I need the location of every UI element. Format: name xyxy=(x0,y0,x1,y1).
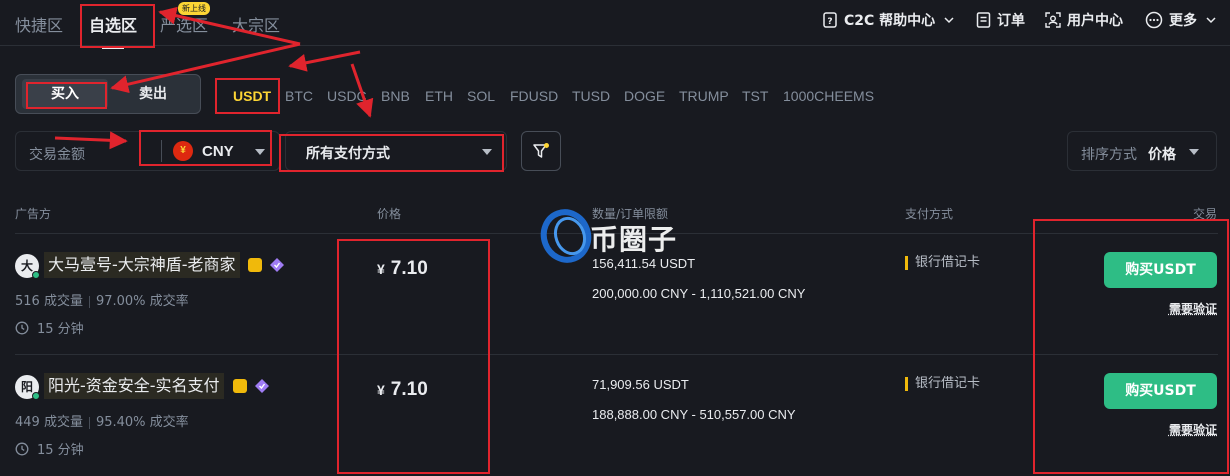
payment-time-limit: 15 分钟 xyxy=(15,439,84,458)
completion-rate: 95.40% 成交率 xyxy=(95,415,189,430)
buy-tab[interactable]: 买入 xyxy=(22,79,108,109)
verified-merchant-icon xyxy=(248,258,262,272)
coin-tab-btc[interactable]: BTC xyxy=(285,88,313,104)
watermark-text: 币圈子 xyxy=(590,223,678,256)
orders-link[interactable]: 订单 xyxy=(976,10,1025,30)
buy-usdt-button[interactable]: 购买USDT xyxy=(1104,252,1217,288)
trade-count: 516 成交量 xyxy=(15,294,83,309)
amount-input[interactable]: 交易金额 ¥ CNY xyxy=(15,131,280,171)
caret-down-icon xyxy=(1189,149,1199,155)
col-header-payment: 支付方式 xyxy=(905,207,954,221)
diamond-badge-icon xyxy=(270,258,284,272)
payment-method-tag: 银行借记卡 xyxy=(905,377,980,391)
more-label: 更多 xyxy=(1169,13,1197,29)
tab-quick-zone[interactable]: 快捷区 xyxy=(15,12,63,36)
payment-method-value: 所有支付方式 xyxy=(306,146,390,162)
table-row: 阳 阳光-资金安全-实名支付 449 成交量 95.40% 成交率 15 分钟 ¥… xyxy=(0,355,1230,475)
time-limit-value: 15 分钟 xyxy=(37,443,84,458)
filter-funnel-icon xyxy=(533,143,549,158)
help-center-menu[interactable]: ? C2C 帮助中心 xyxy=(822,10,955,30)
col-header-advertiser: 广告方 xyxy=(15,207,52,221)
cny-flag-icon: ¥ xyxy=(173,141,193,161)
caret-down-icon xyxy=(255,149,265,155)
filter-button[interactable] xyxy=(521,131,561,171)
col-header-price: 价格 xyxy=(377,207,402,221)
payment-method-tag: 银行借记卡 xyxy=(905,256,980,270)
help-doc-icon: ? xyxy=(823,12,837,28)
price-value: 7.10 xyxy=(390,379,428,400)
coin-tab-tusd[interactable]: TUSD xyxy=(572,88,610,104)
chevron-down-icon xyxy=(1206,17,1216,24)
coin-tab-1000cheems[interactable]: 1000CHEEMS xyxy=(783,88,874,104)
buy-usdt-button[interactable]: 购买USDT xyxy=(1104,373,1217,409)
merchant-name[interactable]: 阳光-资金安全-实名支付 xyxy=(44,373,224,399)
watermark-logo: 币圈子 xyxy=(540,206,690,266)
orders-label: 订单 xyxy=(997,13,1025,29)
order-limit: 200,000.00 CNY - 1,110,521.00 CNY xyxy=(592,286,806,301)
merchant-stats: 449 成交量 95.40% 成交率 xyxy=(15,411,189,430)
ad-price: ¥7.10 xyxy=(377,258,428,280)
merchant-stats: 516 成交量 97.00% 成交率 xyxy=(15,290,189,309)
sell-tab[interactable]: 卖出 xyxy=(110,79,196,109)
price-value: 7.10 xyxy=(390,258,428,279)
online-status-dot xyxy=(32,392,40,400)
help-center-label: C2C 帮助中心 xyxy=(844,13,936,29)
ad-price: ¥7.10 xyxy=(377,379,428,401)
clock-icon xyxy=(15,321,29,334)
buy-sell-toggle: 买入 卖出 xyxy=(15,74,201,114)
user-center-label: 用户中心 xyxy=(1067,13,1123,29)
divider xyxy=(161,140,162,162)
tab-block-zone[interactable]: 大宗区 xyxy=(232,12,280,36)
merchant-name[interactable]: 大马壹号-大宗神盾-老商家 xyxy=(44,252,240,278)
tab-strict-zone[interactable]: 严选区 xyxy=(160,12,208,36)
more-dots-icon xyxy=(1145,11,1163,29)
currency-select[interactable]: CNY xyxy=(202,143,234,160)
coin-tab-sol[interactable]: SOL xyxy=(467,88,495,104)
coin-tab-usdt[interactable]: USDT xyxy=(233,88,271,104)
orders-icon xyxy=(976,12,991,28)
new-badge: 新上线 xyxy=(178,2,210,15)
price-currency: ¥ xyxy=(377,261,385,277)
verification-required-link[interactable]: 需要验证 xyxy=(1169,421,1217,438)
col-header-trade: 交易 xyxy=(1193,207,1218,221)
user-center-link[interactable]: 用户中心 xyxy=(1045,10,1123,30)
coin-tab-fdusd[interactable]: FDUSD xyxy=(510,88,558,104)
trade-count: 449 成交量 xyxy=(15,415,83,430)
available-amount: 71,909.56 USDT xyxy=(592,377,689,392)
tab-self-select-zone[interactable]: 自选区 xyxy=(89,12,137,49)
verification-required-link[interactable]: 需要验证 xyxy=(1169,300,1217,317)
amount-placeholder: 交易金额 xyxy=(29,147,85,163)
time-limit-value: 15 分钟 xyxy=(37,322,84,337)
clock-icon xyxy=(15,442,29,455)
sort-select[interactable]: 排序方式 价格 xyxy=(1067,131,1217,171)
coin-tab-eth[interactable]: ETH xyxy=(425,88,453,104)
coin-tab-trump[interactable]: TRUMP xyxy=(679,88,729,104)
caret-down-icon xyxy=(482,149,492,155)
sort-label: 排序方式 xyxy=(1081,147,1137,163)
user-center-icon xyxy=(1045,12,1061,28)
payment-method-select[interactable]: 所有支付方式 xyxy=(285,131,507,171)
svg-text:?: ? xyxy=(827,17,832,27)
diamond-badge-icon xyxy=(255,379,269,393)
more-menu[interactable]: 更多 xyxy=(1145,10,1217,30)
completion-rate: 97.00% 成交率 xyxy=(95,294,189,309)
coin-tab-tst[interactable]: TST xyxy=(742,88,768,104)
coin-tab-doge[interactable]: DOGE xyxy=(624,88,665,104)
order-limit: 188,888.00 CNY - 510,557.00 CNY xyxy=(592,407,796,422)
top-nav: 快捷区 自选区 严选区 新上线 大宗区 ? C2C 帮助中心 订单 用户中心 更… xyxy=(0,0,1230,49)
price-currency: ¥ xyxy=(377,382,385,398)
coin-tab-usdc[interactable]: USDC xyxy=(327,88,367,104)
sort-value: 价格 xyxy=(1148,147,1176,163)
online-status-dot xyxy=(32,271,40,279)
chevron-down-icon xyxy=(944,17,954,24)
verified-merchant-icon xyxy=(233,379,247,393)
payment-time-limit: 15 分钟 xyxy=(15,318,84,337)
coin-tab-bnb[interactable]: BNB xyxy=(381,88,410,104)
